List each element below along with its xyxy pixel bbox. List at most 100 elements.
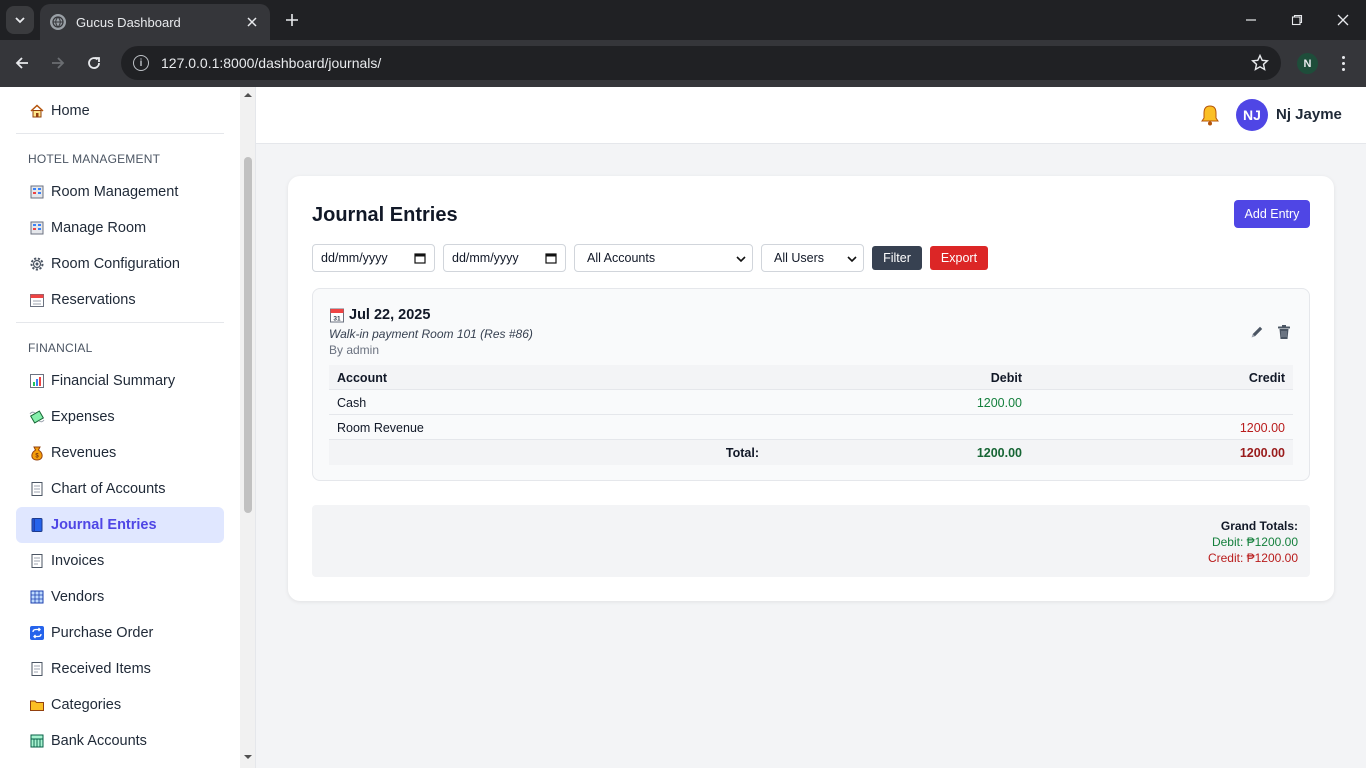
grand-total-credit: Credit: ₱1200.00 <box>1207 551 1298 565</box>
back-arrow-icon[interactable] <box>10 51 34 75</box>
pencil-icon[interactable] <box>1249 324 1265 340</box>
close-tab-icon[interactable] <box>244 14 260 30</box>
sidebar-scroll-thumb[interactable] <box>244 157 252 513</box>
grand-totals-title: Grand Totals: <box>1220 519 1298 533</box>
user-avatar[interactable]: NJ <box>1236 99 1268 131</box>
gear-icon <box>28 255 46 273</box>
journal-entry-card: 31 Jul 22, 2025 Walk-in payment Room 101… <box>312 288 1310 481</box>
url-bar[interactable]: i 127.0.0.1:8000/dashboard/journals/ <box>121 46 1281 80</box>
calendar-icon <box>28 291 46 309</box>
sidebar-item-received-items[interactable]: Received Items <box>16 651 224 687</box>
credit-cell: 1200.00 <box>1239 421 1285 435</box>
user-select[interactable]: All Users <box>761 244 864 272</box>
page-title: Journal Entries <box>312 204 458 226</box>
svg-text:31: 31 <box>333 316 341 323</box>
column-header-debit: Debit <box>990 371 1022 385</box>
ledger-icon <box>28 480 46 498</box>
bank-icon <box>28 732 46 750</box>
sidebar-item-financial-summary[interactable]: Financial Summary <box>16 363 224 399</box>
sidebar-item-home[interactable]: Home <box>16 93 224 129</box>
sidebar-item-label: Revenues <box>51 445 117 461</box>
date-to-input[interactable]: dd/mm/yyyy <box>443 244 566 272</box>
sidebar-item-label: Financial Summary <box>51 373 176 389</box>
sidebar-item-journal-entries[interactable]: Journal Entries <box>16 507 224 543</box>
new-tab-plus-icon[interactable] <box>282 10 302 30</box>
export-button[interactable]: Export <box>930 246 988 270</box>
sidebar-item-categories[interactable]: Categories <box>16 687 224 723</box>
money-wings-icon <box>28 408 46 426</box>
sidebar-item-label: Bank Accounts <box>51 733 147 749</box>
document-icon <box>28 660 46 678</box>
sidebar-item-invoices[interactable]: Invoices <box>16 543 224 579</box>
add-entry-button[interactable]: Add Entry <box>1234 200 1310 228</box>
grand-totals-panel: Grand Totals: Debit: ₱1200.00 Credit: ₱1… <box>312 505 1310 577</box>
column-header-credit: Credit <box>1248 371 1285 385</box>
trash-icon[interactable] <box>1277 324 1291 340</box>
total-credit: 1200.00 <box>1239 446 1285 460</box>
sidebar-item-reservations[interactable]: Reservations <box>16 282 224 318</box>
entry-author: By admin <box>329 343 380 357</box>
sidebar-item-expenses[interactable]: Expenses <box>16 399 224 435</box>
date-from-placeholder: dd/mm/yyyy <box>321 251 388 265</box>
sidebar-item-label: Expenses <box>51 409 115 425</box>
sidebar-item-room-management[interactable]: Room Management <box>16 174 224 210</box>
reload-icon[interactable] <box>82 51 106 75</box>
close-window-icon[interactable] <box>1320 0 1366 40</box>
minimize-icon[interactable] <box>1228 0 1274 40</box>
book-icon <box>28 516 46 534</box>
profile-avatar[interactable]: N <box>1297 53 1318 74</box>
bar-chart-icon <box>28 372 46 390</box>
sidebar-item-label: Home <box>51 103 90 119</box>
table-row: Cash 1200.00 <box>329 390 1293 415</box>
browser-menu-icon[interactable] <box>1335 52 1351 74</box>
site-info-icon[interactable]: i <box>133 55 149 71</box>
building-icon <box>28 588 46 606</box>
chevron-down-icon <box>736 256 746 263</box>
sidebar-item-manage-room[interactable]: Manage Room <box>16 210 224 246</box>
sidebar-item-revenues[interactable]: $ Revenues <box>16 435 224 471</box>
sidebar-divider <box>16 133 224 134</box>
date-from-input[interactable]: dd/mm/yyyy <box>312 244 435 272</box>
table-header-row: Account Debit Credit <box>329 365 1293 390</box>
sidebar-section-title: HOTEL MANAGEMENT <box>28 152 161 166</box>
tab-search-button[interactable] <box>6 6 34 34</box>
bell-icon[interactable] <box>1200 104 1220 126</box>
sidebar-item-bank-accounts[interactable]: Bank Accounts <box>16 723 224 759</box>
chevron-down-icon <box>15 17 25 24</box>
date-to-placeholder: dd/mm/yyyy <box>452 251 519 265</box>
sidebar-item-label: Chart of Accounts <box>51 481 166 497</box>
calendar-icon[interactable] <box>414 252 426 264</box>
filter-button[interactable]: Filter <box>872 246 922 270</box>
sidebar-divider <box>16 322 224 323</box>
entry-description: Walk-in payment Room 101 (Res #86) <box>329 327 533 341</box>
forward-arrow-icon[interactable] <box>46 51 70 75</box>
bookmark-star-icon[interactable] <box>1250 53 1270 72</box>
grand-total-debit: Debit: ₱1200.00 <box>1211 535 1298 549</box>
column-header-account: Account <box>337 371 387 385</box>
house-icon <box>28 102 46 120</box>
total-debit: 1200.00 <box>976 446 1022 460</box>
globe-icon <box>50 14 66 30</box>
restore-icon[interactable] <box>1274 0 1320 40</box>
scroll-up-arrow-icon[interactable] <box>243 91 253 99</box>
repeat-icon <box>28 624 46 642</box>
journal-card: Journal Entries Add Entry dd/mm/yyyy dd/… <box>288 176 1334 601</box>
account-select[interactable]: All Accounts <box>574 244 753 272</box>
money-bag-icon: $ <box>28 444 46 462</box>
hotel-icon <box>28 219 46 237</box>
sidebar-item-label: Room Configuration <box>51 256 180 272</box>
sidebar-section-title: FINANCIAL <box>28 341 93 355</box>
entry-date: 31 Jul 22, 2025 <box>329 307 430 323</box>
sidebar-item-vendors[interactable]: Vendors <box>16 579 224 615</box>
browser-tab[interactable]: Gucus Dashboard <box>40 4 270 40</box>
sidebar-item-chart-of-accounts[interactable]: Chart of Accounts <box>16 471 224 507</box>
account-cell: Room Revenue <box>337 421 424 435</box>
scroll-down-arrow-icon[interactable] <box>243 753 253 761</box>
sidebar-item-label: Invoices <box>51 553 105 569</box>
debit-cell: 1200.00 <box>976 396 1022 410</box>
user-name[interactable]: Nj Jayme <box>1276 106 1342 123</box>
sidebar-item-purchase-order[interactable]: Purchase Order <box>16 615 224 651</box>
sidebar-item-room-configuration[interactable]: Room Configuration <box>16 246 224 282</box>
calendar-icon[interactable] <box>545 252 557 264</box>
sidebar-item-label: Room Management <box>51 184 179 200</box>
